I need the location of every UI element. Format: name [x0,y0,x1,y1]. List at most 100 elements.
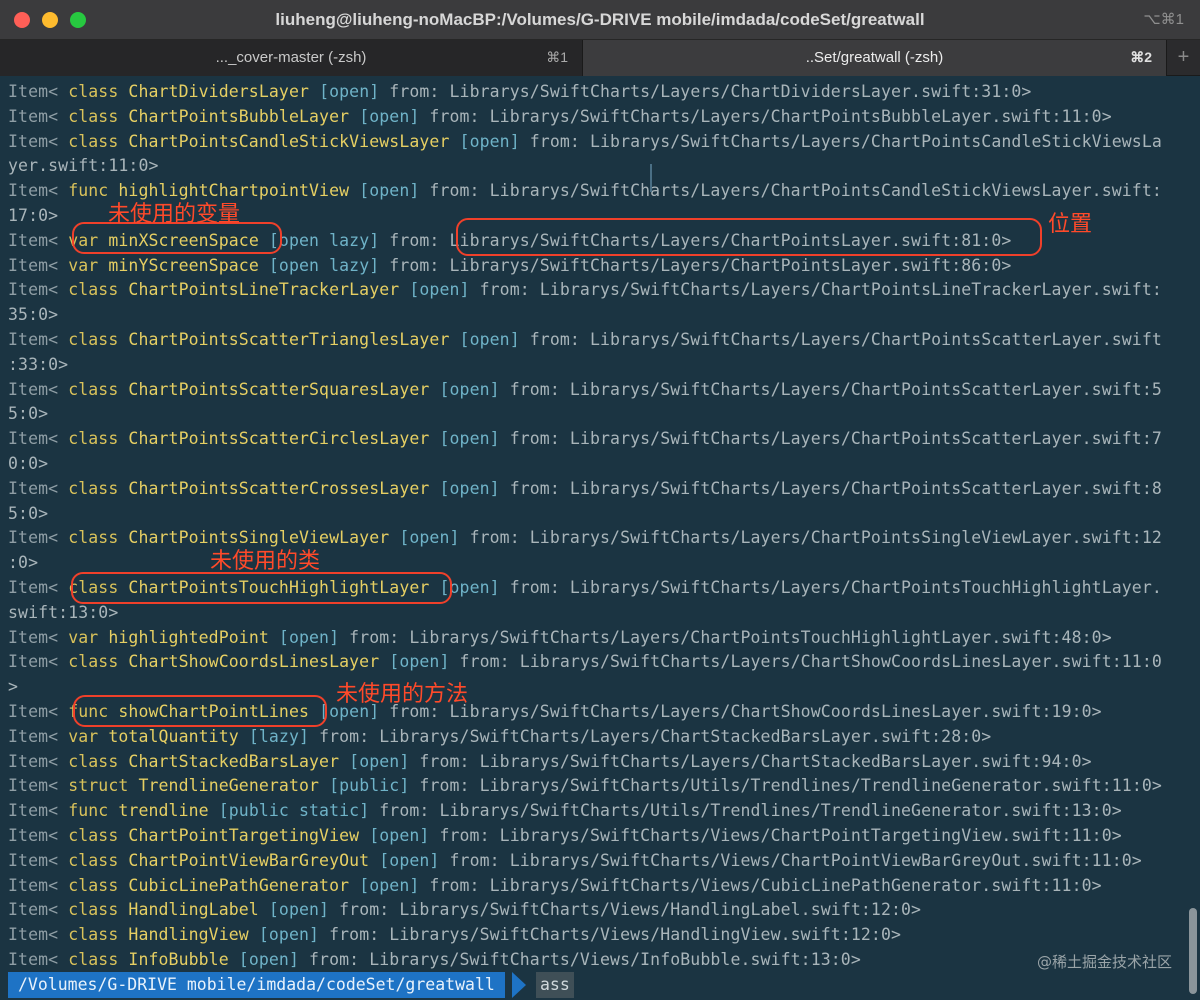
output-line: Item< class HandlingLabel [open] from: L… [8,898,1194,923]
output-line: Item< class ChartPointsCandleStickViewsL… [8,130,1194,155]
access-tag: [open] [258,925,320,945]
highlight-box-location [456,218,1042,256]
declaration-keyword: class [68,106,129,126]
prompt-line[interactable]: /Volumes/G-DRIVE mobile/imdada/codeSet/g… [0,972,1200,998]
title-bar: liuheng@liuheng-noMacBP:/Volumes/G-DRIVE… [0,0,1200,40]
source-location: from: Librarys/SwiftCharts/Layers/ChartS… [309,726,992,746]
symbol-name: CubicLinePathGenerator [128,875,360,895]
declaration-keyword: class [68,429,129,449]
access-tag: [open] [459,329,520,349]
item-marker: Item< [8,801,69,821]
source-location: from: Librarys/SwiftCharts/Layers/ChartS… [379,701,1102,721]
source-location: from: Librarys/SwiftCharts/Views/Handlin… [329,900,922,920]
output-line: Item< class ChartPointsScatterSquaresLay… [8,378,1194,403]
source-location: from: Librarys/SwiftCharts/Layers/ChartS… [409,751,1092,771]
output-line: Item< class ChartPointTargetingView [ope… [8,824,1194,849]
item-marker: Item< [8,627,69,647]
declaration-keyword: class [68,131,129,151]
prompt-arrow-icon [512,972,526,998]
access-tag: [open] [409,280,470,300]
item-marker: Item< [8,106,69,126]
symbol-name: ChartPointTargetingView [128,825,370,845]
command-input[interactable]: ass [536,972,574,998]
highlight-box-unused-class [71,572,452,604]
output-line: Item< class ChartPointsScatterCrossesLay… [8,477,1194,502]
access-tag: [open] [379,850,440,870]
output-line: Item< class ChartStackedBarsLayer [open]… [8,750,1194,775]
source-location: 5:0> [8,503,49,523]
output-line: Item< class ChartDividersLayer [open] fr… [8,80,1194,105]
output-line: swift:13:0> [8,601,1194,626]
declaration-keyword: var [68,726,109,746]
output-line: Item< var highlightedPoint [open] from: … [8,626,1194,651]
access-tag: [open] [278,627,340,647]
output-line: Item< class ChartPointsLineTrackerLayer … [8,278,1194,303]
declaration-keyword: struct [68,776,139,796]
access-tag: [open] [399,528,460,548]
output-line: Item< class ChartPointViewBarGreyOut [op… [8,849,1194,874]
source-location: from: Librarys/SwiftCharts/Layers/ChartP… [379,255,1012,275]
source-location: from: Librarys/SwiftCharts/Layers/ChartP… [469,280,1162,300]
symbol-name: highlightedPoint [108,627,279,647]
symbol-name: ChartPointsScatterCrossesLayer [128,478,440,498]
source-location: from: Librarys/SwiftCharts/Views/Handlin… [319,925,902,945]
output-line: :33:0> [8,353,1194,378]
declaration-keyword: class [68,949,129,969]
item-marker: Item< [8,255,69,275]
item-marker: Item< [8,726,69,746]
source-location: from: Librarys/SwiftCharts/Views/ChartPo… [439,850,1142,870]
symbol-name: totalQuantity [108,726,249,746]
declaration-keyword: class [68,329,129,349]
declaration-keyword: class [68,528,129,548]
item-marker: Item< [8,528,69,548]
source-location: from: Librarys/SwiftCharts/Layers/ChartP… [519,131,1162,151]
tab-cover-master[interactable]: ..._cover-master (-zsh) ⌘1 [0,40,582,76]
prompt-path: /Volumes/G-DRIVE mobile/imdada/codeSet/g… [8,972,505,998]
symbol-name: minYScreenSpace [108,255,269,275]
item-marker: Item< [8,230,69,250]
item-marker: Item< [8,900,69,920]
symbol-name: ChartShowCoordsLinesLayer [128,652,390,672]
output-line: Item< class CubicLinePathGenerator [open… [8,874,1194,899]
source-location: from: Librarys/SwiftCharts/Layers/ChartP… [339,627,1112,647]
symbol-name: ChartPointsLineTrackerLayer [128,280,410,300]
output-line: Item< var minYScreenSpace [open lazy] fr… [8,254,1194,279]
output-line: Item< class ChartPointsSingleViewLayer [… [8,526,1194,551]
declaration-keyword: class [68,751,129,771]
source-location: from: Librarys/SwiftCharts/Layers/ChartP… [459,528,1162,548]
item-marker: Item< [8,701,69,721]
access-tag: [open] [319,82,380,101]
output-line: Item< class ChartPointsBubbleLayer [open… [8,105,1194,130]
declaration-keyword: class [68,379,129,399]
access-tag: [open] [369,825,430,845]
symbol-name: TrendlineGenerator [138,776,330,796]
source-location: from: Librarys/SwiftCharts/Layers/ChartP… [499,429,1162,449]
annotation-unused-variable: 未使用的变量 [108,202,241,227]
output-line: Item< struct TrendlineGenerator [public]… [8,774,1194,799]
access-tag: [lazy] [248,726,310,746]
access-tag: [open] [439,429,500,449]
output-line: Item< class ChartPointsScatterTrianglesL… [8,328,1194,353]
access-tag: [public static] [218,801,370,821]
tab-greatwall[interactable]: ..Set/greatwall (-zsh) ⌘2 [582,40,1166,76]
declaration-keyword: var [68,255,109,275]
item-marker: Item< [8,925,69,945]
source-location: :33:0> [8,354,69,374]
source-location: 5:0> [8,404,49,424]
new-tab-button[interactable]: + [1166,40,1200,76]
item-marker: Item< [8,949,69,969]
tab-label: ..._cover-master (-zsh) [215,49,367,66]
declaration-keyword: class [68,825,129,845]
window-title: liuheng@liuheng-noMacBP:/Volumes/G-DRIVE… [275,10,925,29]
item-marker: Item< [8,131,69,151]
symbol-name: ChartPointsScatterTrianglesLayer [128,329,460,349]
item-marker: Item< [8,652,69,672]
terminal-output[interactable]: Item< class ChartDividersLayer [open] fr… [0,76,1200,1000]
tab-shortcut: ⌘2 [1130,49,1152,65]
output-line: 5:0> [8,502,1194,527]
symbol-name: ChartPointViewBarGreyOut [128,850,380,870]
access-tag: [open lazy] [268,230,380,250]
output-line: yer.swift:11:0> [8,154,1194,179]
source-location: 0:0> [8,453,49,473]
highlight-box-unused-method [73,695,327,727]
